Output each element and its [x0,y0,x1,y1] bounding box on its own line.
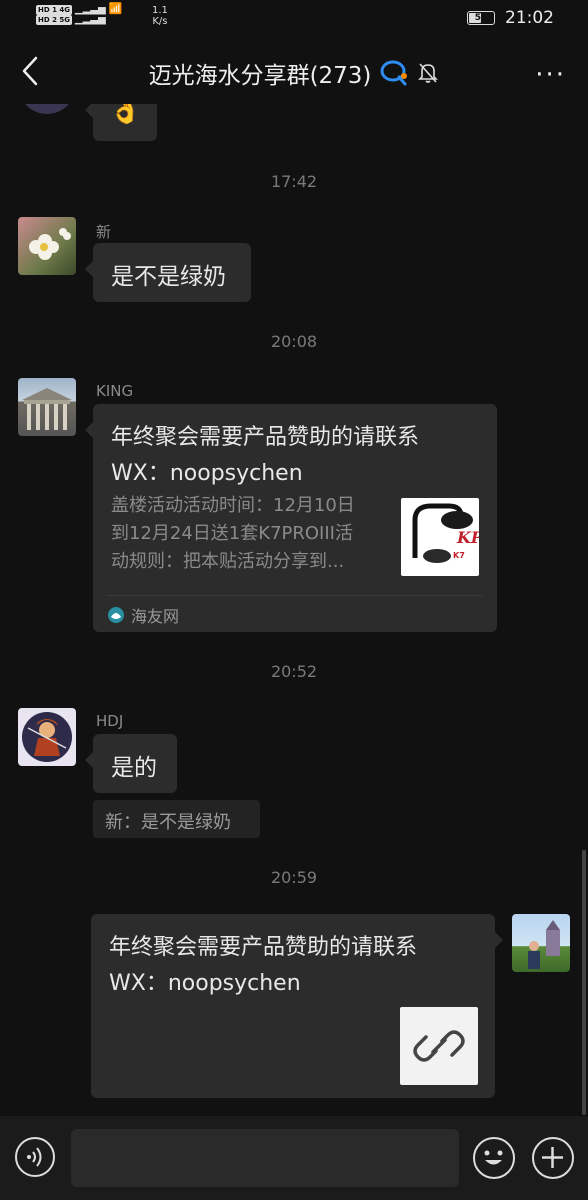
svg-text:KP: KP [456,528,479,547]
person-photo-icon [528,920,560,969]
avatar-hdj[interactable] [18,708,76,766]
wifi-icon: 📶 [108,2,123,15]
self-message-line2: WX：noopsychen [109,971,301,996]
source-name: 海友网 [131,607,180,626]
sim1-label: HD 1 4G [36,5,73,15]
timestamp: 17:42 [270,172,318,191]
divider [107,595,483,596]
speed-unit: K/s [152,16,168,27]
sim2-label: HD 2 5G [36,15,73,25]
link-thumbnail [400,1007,478,1085]
network-speed: 1.1 K/s [152,5,168,27]
chat-bubble-icon [380,60,408,86]
status-right: 51 21:02 [467,8,554,28]
character-avatar-icon [22,712,72,762]
smiley-face-icon [484,1150,503,1165]
more-dots-icon[interactable]: ··· [535,60,566,90]
speed-value: 1.1 [152,5,168,16]
scrollbar[interactable] [582,850,586,1115]
chat-header: 迈光海水分享群(273) ··· [0,38,588,104]
avatar-self[interactable] [512,914,570,972]
site-logo-icon [108,607,124,623]
group-name[interactable]: 迈光海水分享群(273) [149,56,372,90]
message-input[interactable] [71,1129,459,1187]
timestamp: 20:52 [270,662,318,681]
input-bar [0,1116,588,1200]
flower-icon [29,228,71,260]
network-indicators: HD 1 4G ▁▂▃▅ 📶 HD 2 5G ▁▂▃▅ [36,2,123,25]
battery-icon: 51 [467,11,495,25]
product-image-icon: KP K7 [412,503,484,563]
quote-text: 新：是不是绿奶 [105,812,231,833]
sender-name: 新 [96,223,112,241]
ok-emoji-icon: 👌 [109,104,142,126]
text-message[interactable]: 是不是绿奶 [85,243,251,302]
card-thumbnail: KP K7 [401,498,484,576]
card-title-line2: WX：noopsychen [111,461,303,486]
sender-name: HDJ [96,712,124,730]
timestamp: 20:08 [270,332,318,351]
status-bar: HD 1 4G ▁▂▃▅ 📶 HD 2 5G ▁▂▃▅ 1.1 K/s 51 2… [0,0,588,38]
svg-text:K7: K7 [453,551,465,560]
card-desc-line: 盖楼活动活动时间：12月10日 [111,495,355,516]
avatar[interactable] [18,104,76,114]
clock: 21:02 [505,8,554,28]
mute-bell-icon [418,63,439,83]
plus-sign-icon [542,1147,563,1168]
voice-wave-icon [27,1147,42,1167]
quoted-message[interactable]: 新：是不是绿奶 [93,800,260,838]
message-list[interactable]: 👌 17:42 新 是不是绿奶 20:08 KING 年终聚会需要产品赞助的请联… [0,104,588,1116]
card-description: 盖楼活动活动时间：12月10日 到12月24日送1套K7PROIII活 动规则：… [111,492,386,576]
avatar-king[interactable] [18,378,76,436]
sender-name: KING [96,382,134,400]
link-icon [413,1030,465,1062]
message-text: 是的 [111,755,157,781]
link-card-message[interactable]: 年终聚会需要产品赞助的请联系 WX：noopsychen 盖楼活动活动时间：12… [85,404,497,632]
text-message[interactable]: 是的 [85,734,177,793]
emoji-icon[interactable] [473,1137,515,1179]
emoji-message[interactable]: 👌 [85,104,157,141]
chat-title: 迈光海水分享群(273) [0,56,588,90]
self-message-text: 年终聚会需要产品赞助的请联系 WX：noopsychen [109,930,479,1002]
card-desc-line: 动规则：把本贴活动分享到... [111,551,345,572]
card-title-line1: 年终聚会需要产品赞助的请联系 [111,425,420,450]
self-message-line1: 年终聚会需要产品赞助的请联系 [109,935,418,960]
card-title: 年终聚会需要产品赞助的请联系 WX：noopsychen [111,420,481,492]
self-message[interactable]: 年终聚会需要产品赞助的请联系 WX：noopsychen [91,914,503,1098]
message-text: 是不是绿奶 [111,264,226,290]
signal-icon-2: ▁▂▃▅ [74,14,106,25]
card-desc-line: 到12月24日送1套K7PROIII活 [111,523,353,544]
card-source: 海友网 [107,603,179,627]
battery-level: 51 [474,13,488,23]
plus-icon[interactable] [532,1137,574,1179]
building-icon [22,388,72,430]
voice-icon[interactable] [15,1137,55,1177]
avatar-xin[interactable] [18,217,76,275]
timestamp: 20:59 [270,868,318,887]
